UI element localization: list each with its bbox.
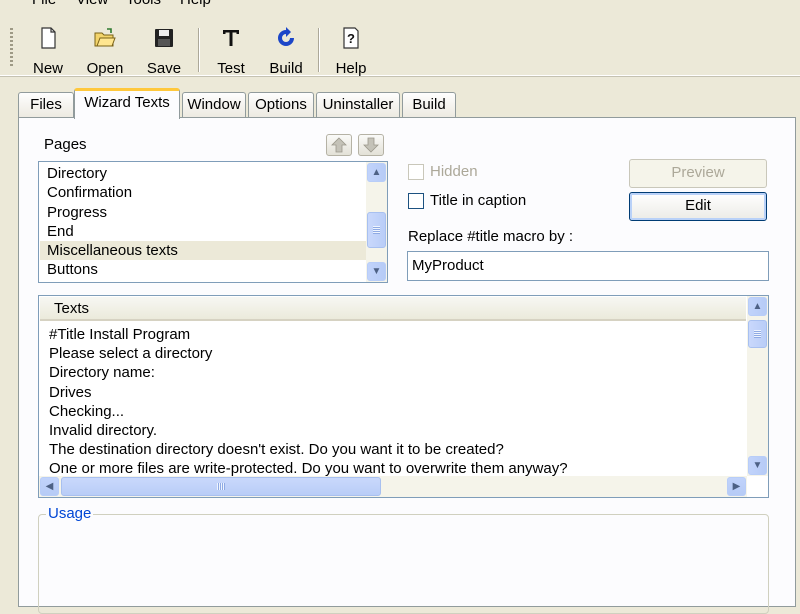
texts-horizontal-scrollbar[interactable]: ◀ ▶ xyxy=(39,476,747,497)
menu-view[interactable]: View xyxy=(76,0,108,10)
open-folder-icon xyxy=(94,28,116,47)
replace-title-label: Replace #title macro by : xyxy=(408,228,574,245)
help-button[interactable]: ? Help xyxy=(325,24,377,80)
scroll-left-icon[interactable]: ◀ xyxy=(40,477,59,496)
scroll-up-icon[interactable]: ▲ xyxy=(748,297,767,316)
text-T-icon xyxy=(223,30,239,46)
replace-title-input[interactable]: MyProduct xyxy=(407,251,769,281)
scroll-down-icon[interactable]: ▼ xyxy=(748,456,767,475)
menu-help[interactable]: Help xyxy=(180,0,211,10)
scroll-thumb[interactable] xyxy=(748,320,767,348)
pages-label: Pages xyxy=(44,136,87,153)
help-question-icon: ? xyxy=(343,27,359,49)
tab-files[interactable]: Files xyxy=(18,92,74,118)
menu-file[interactable]: File xyxy=(32,0,56,10)
move-down-button[interactable] xyxy=(358,134,384,156)
floppy-disk-icon xyxy=(155,29,173,47)
pages-listbox[interactable]: Directory Confirmation Progress End Misc… xyxy=(38,161,388,283)
texts-vertical-scrollbar[interactable]: ▲ ▼ xyxy=(747,296,768,476)
title-in-caption-label: Title in caption xyxy=(430,192,527,209)
list-item[interactable]: Confirmation xyxy=(47,183,132,202)
scroll-thumb[interactable] xyxy=(367,212,386,248)
toolbar: New Open Save Test Build ? Help xyxy=(0,10,800,77)
test-label: Test xyxy=(217,60,245,77)
tab-wizard-texts[interactable]: Wizard Texts xyxy=(74,88,180,119)
scroll-right-icon[interactable]: ▶ xyxy=(727,477,746,496)
list-item[interactable]: Please select a directory xyxy=(49,344,212,363)
test-button[interactable]: Test xyxy=(205,24,257,80)
texts-listview[interactable]: Texts #Title Install Program Please sele… xyxy=(38,295,769,498)
open-button[interactable]: Open xyxy=(79,24,131,80)
hidden-checkbox[interactable] xyxy=(408,164,424,180)
pages-scrollbar[interactable]: ▲ ▼ xyxy=(366,162,387,282)
open-label: Open xyxy=(86,60,124,77)
arrow-down-icon xyxy=(363,137,379,153)
new-document-icon xyxy=(41,27,56,49)
svg-text:?: ? xyxy=(347,31,355,46)
list-item[interactable]: The destination directory doesn't exist.… xyxy=(49,440,504,459)
scroll-up-icon[interactable]: ▲ xyxy=(367,163,386,182)
tab-window[interactable]: Window xyxy=(182,92,246,118)
hidden-label: Hidden xyxy=(430,163,478,180)
arrow-up-icon xyxy=(331,137,347,153)
scroll-thumb[interactable] xyxy=(61,477,381,496)
edit-button[interactable]: Edit xyxy=(629,192,767,221)
list-item[interactable]: Directory xyxy=(47,164,107,183)
scroll-down-icon[interactable]: ▼ xyxy=(367,262,386,281)
list-item[interactable]: Buttons xyxy=(47,260,98,279)
build-label: Build xyxy=(269,60,303,77)
preview-button[interactable]: Preview xyxy=(629,159,767,188)
list-item[interactable]: Drives xyxy=(49,383,92,402)
new-button[interactable]: New xyxy=(22,24,74,80)
tab-uninstaller[interactable]: Uninstaller xyxy=(316,92,400,118)
list-item[interactable]: Progress xyxy=(47,203,107,222)
menu-tools[interactable]: Tools xyxy=(126,0,161,10)
list-item[interactable]: End xyxy=(47,222,74,241)
list-item-selected[interactable]: Miscellaneous texts xyxy=(40,241,366,260)
toolbar-grip[interactable] xyxy=(10,28,13,68)
title-in-caption-checkbox[interactable] xyxy=(408,193,424,209)
build-arrow-icon xyxy=(278,27,294,46)
move-up-button[interactable] xyxy=(326,134,352,156)
menu-bar: File View Tools Help xyxy=(0,0,800,10)
new-label: New xyxy=(32,60,63,77)
toolbar-separator xyxy=(318,28,320,72)
list-item[interactable]: Checking... xyxy=(49,402,124,421)
build-button[interactable]: Build xyxy=(260,24,312,80)
list-item[interactable]: Invalid directory. xyxy=(49,421,157,440)
texts-column-header[interactable]: Texts xyxy=(40,297,746,321)
list-item[interactable]: #Title Install Program xyxy=(49,325,190,344)
usage-groupbox xyxy=(38,514,769,614)
tab-options[interactable]: Options xyxy=(248,92,314,118)
help-label: Help xyxy=(335,60,367,77)
tab-build[interactable]: Build xyxy=(402,92,456,118)
list-item[interactable]: Directory name: xyxy=(49,363,155,382)
texts-header-label: Texts xyxy=(54,300,90,317)
save-label: Save xyxy=(146,60,182,77)
toolbar-separator xyxy=(198,28,200,72)
usage-label: Usage xyxy=(46,505,94,522)
save-button[interactable]: Save xyxy=(138,24,190,80)
